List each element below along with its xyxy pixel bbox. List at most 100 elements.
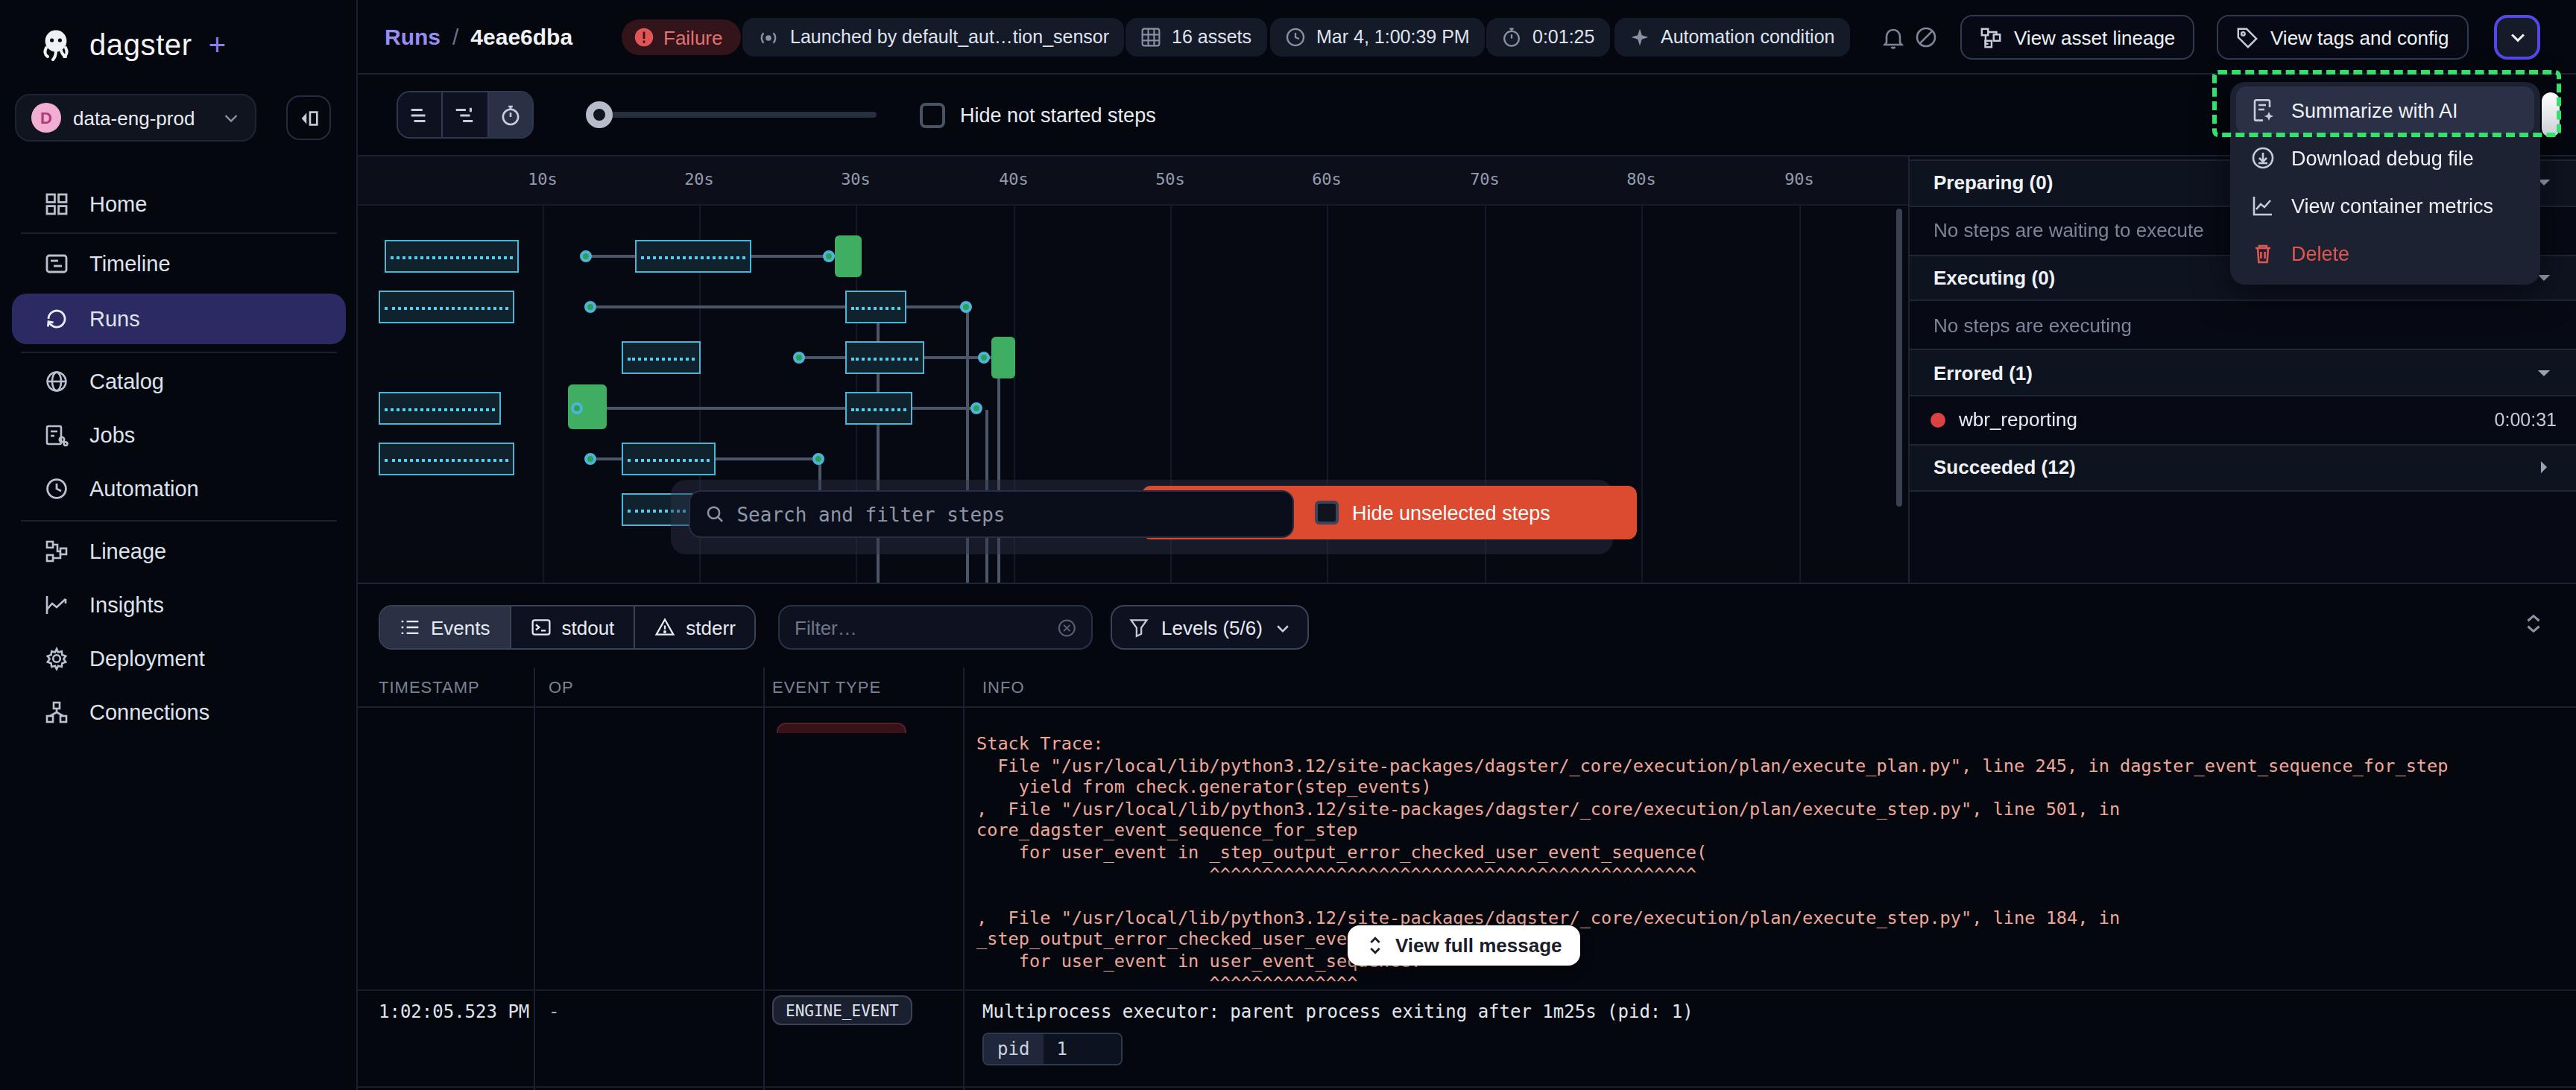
sidebar-item-label: Timeline [89, 252, 171, 276]
waterfall-view-button[interactable] [442, 92, 487, 137]
view-tags-config-button[interactable]: View tags and config [2217, 15, 2468, 60]
gantt-scrollbar[interactable] [1896, 209, 1902, 507]
grid-line [1799, 206, 1801, 583]
section-succeeded[interactable]: Succeeded (12) [1910, 444, 2576, 492]
sidebar-item-jobs[interactable]: Jobs [12, 410, 346, 460]
errored-step-row[interactable]: wbr_reporting 0:00:31 [1910, 396, 2576, 444]
log-tabs: Events stdout stderr [379, 605, 757, 650]
annotation-highlight [2212, 70, 2561, 137]
menu-item-delete[interactable]: Delete [2236, 229, 2534, 277]
collapse-sidebar-button[interactable] [286, 95, 331, 140]
events-pane: Events stdout stderr Levels (5/6) TIMEST… [358, 583, 2576, 1090]
gantt-step-pending[interactable] [845, 291, 906, 323]
sparkle-icon [1629, 27, 1650, 48]
axis-tick-label: 40s [999, 170, 1029, 189]
log-filter-input[interactable] [795, 616, 1044, 639]
section-title: Succeeded (12) [1933, 456, 2534, 478]
sidebar-item-catalog[interactable]: Catalog [12, 356, 346, 407]
gantt-zoom-slider-knob[interactable] [586, 101, 613, 128]
sidebar-item-label: Automation [89, 477, 199, 501]
row-divider [358, 1086, 2576, 1088]
sidebar-divider [21, 520, 337, 522]
view-asset-lineage-label: View asset lineage [2014, 26, 2175, 48]
connector-dot [571, 402, 583, 414]
gantt-zoom-slider[interactable] [589, 112, 877, 118]
sidebar-item-home[interactable]: Home [12, 179, 346, 229]
sidebar-divider [21, 232, 337, 234]
section-message: No steps are executing [1910, 302, 2576, 349]
axis-tick-label: 10s [528, 170, 558, 189]
tab-label: stdout [562, 616, 615, 639]
section-errored[interactable]: Errored (1) [1910, 349, 2576, 396]
gantt-step-pending[interactable] [379, 443, 514, 475]
warning-icon [654, 617, 675, 638]
axis-tick-label: 80s [1626, 170, 1656, 189]
clock-icon [1285, 27, 1306, 48]
sidebar-item-connections[interactable]: Connections [12, 687, 346, 738]
gantt-step-pending[interactable] [622, 341, 701, 374]
col-event-type: EVENT TYPE [772, 678, 881, 696]
sidebar-item-runs[interactable]: Runs [12, 294, 346, 344]
breadcrumb-separator: / [452, 24, 458, 49]
metrics-chart-icon [2251, 194, 2275, 218]
workspace-switcher[interactable]: D data-eng-prod [15, 94, 256, 142]
gantt-step-pending[interactable] [845, 392, 912, 425]
section-title: Errored (1) [1933, 361, 2534, 384]
grid-line [543, 206, 544, 583]
connector-dot [584, 301, 596, 313]
notifications[interactable] [1881, 25, 1938, 49]
gantt-step-pending[interactable] [385, 240, 519, 273]
log-filter[interactable] [778, 605, 1093, 650]
sidebar-item-automation[interactable]: Automation [12, 463, 346, 514]
gantt-step-pending[interactable] [845, 341, 924, 374]
flat-view-button[interactable] [398, 92, 442, 137]
events-table-header: TIMESTAMP OP EVENT TYPE INFO [358, 668, 2576, 708]
sidebar-item-lineage[interactable]: Lineage [12, 526, 346, 577]
sidebar-item-timeline[interactable]: Timeline [12, 238, 346, 289]
gantt-step-pending[interactable] [379, 291, 514, 323]
expand-collapse-control[interactable] [2522, 612, 2545, 635]
sidebar-item-label: Connections [89, 700, 209, 724]
breadcrumb-runs-link[interactable]: Runs [385, 24, 441, 49]
grid-line [1641, 206, 1643, 583]
menu-item-view-container-metrics[interactable]: View container metrics [2236, 182, 2534, 229]
gantt-step-pending[interactable] [379, 392, 501, 425]
gantt-step-succeeded[interactable] [835, 235, 862, 277]
clear-filter-icon[interactable] [1056, 616, 1076, 639]
menu-item-download-debug[interactable]: Download debug file [2236, 134, 2534, 182]
hide-not-started-control[interactable]: Hide not started steps [920, 103, 1156, 128]
hide-not-started-checkbox[interactable] [920, 103, 945, 128]
run-actions-menu-button[interactable] [2494, 15, 2540, 60]
logo-text: dagster [89, 28, 192, 63]
clipped-event-badge [777, 723, 906, 733]
levels-dropdown[interactable]: Levels (5/6) [1111, 605, 1309, 650]
logo[interactable]: dagster+ [36, 25, 226, 66]
gantt-step-pending[interactable] [635, 240, 751, 273]
gantt-step-pending[interactable] [622, 443, 716, 475]
launched-by-label: Launched by default_aut…tion_sensor [790, 27, 1109, 48]
gantt-search[interactable] [689, 490, 1294, 538]
automation-condition-pill[interactable]: Automation condition [1614, 18, 1850, 57]
automation-icon [45, 477, 69, 501]
sidebar-item-deployment[interactable]: Deployment [12, 633, 346, 684]
timed-view-button[interactable] [487, 92, 532, 137]
tab-stdout[interactable]: stdout [510, 606, 634, 648]
view-asset-lineage-button[interactable]: View asset lineage [1960, 15, 2194, 60]
assets-pill[interactable]: 16 assets [1126, 18, 1266, 57]
jobs-icon [45, 423, 69, 447]
launched-by-pill[interactable]: Launched by default_aut…tion_sensor [742, 18, 1124, 57]
home-icon [45, 192, 69, 216]
column-divider [963, 668, 965, 1090]
view-full-message-button[interactable]: View full message [1348, 925, 1580, 966]
chevron-right-icon [2534, 457, 2554, 477]
chevron-down-icon [1275, 619, 1291, 636]
tab-stderr[interactable]: stderr [634, 606, 754, 648]
hide-unselected-checkbox[interactable] [1315, 501, 1339, 525]
tab-label: Events [431, 616, 490, 639]
tab-events[interactable]: Events [380, 606, 510, 648]
gantt-search-input[interactable] [736, 503, 1278, 525]
sidebar-item-insights[interactable]: Insights [12, 580, 346, 630]
step-connector-line [586, 255, 635, 258]
connector-dot [970, 402, 982, 414]
gantt-step-succeeded[interactable] [991, 337, 1015, 378]
